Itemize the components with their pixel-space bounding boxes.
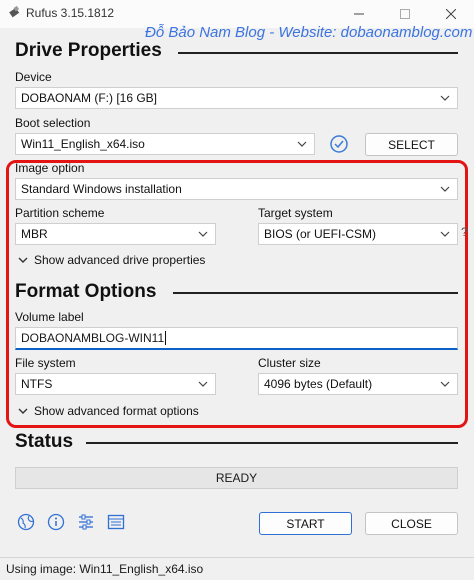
image-option-dropdown[interactable]: Standard Windows installation bbox=[15, 178, 458, 200]
image-option-value: Standard Windows installation bbox=[21, 182, 182, 196]
chevron-down-icon bbox=[440, 231, 450, 237]
volume-label-label: Volume label bbox=[15, 310, 84, 324]
section-divider bbox=[173, 292, 458, 294]
cluster-size-label: Cluster size bbox=[258, 356, 321, 370]
format-options-heading: Format Options bbox=[15, 281, 157, 302]
chevron-down-icon bbox=[297, 141, 307, 147]
window-title: Rufus 3.15.1812 bbox=[26, 6, 115, 20]
progress-bar: READY bbox=[15, 467, 458, 489]
globe-icon[interactable] bbox=[17, 513, 35, 531]
target-system-label: Target system bbox=[258, 206, 333, 220]
status-bar: Using image: Win11_English_x64.iso bbox=[0, 557, 474, 580]
chevron-down-icon bbox=[440, 95, 450, 101]
target-system-dropdown[interactable]: BIOS (or UEFI-CSM) bbox=[258, 223, 458, 245]
device-dropdown[interactable]: DOBAONAM (F:) [16 GB] bbox=[15, 87, 458, 109]
log-icon[interactable] bbox=[107, 513, 125, 531]
target-system-value: BIOS (or UEFI-CSM) bbox=[264, 227, 377, 241]
advanced-drive-toggle[interactable]: Show advanced drive properties bbox=[18, 253, 205, 267]
file-system-label: File system bbox=[15, 356, 76, 370]
partition-scheme-label: Partition scheme bbox=[15, 206, 105, 220]
close-icon bbox=[446, 9, 456, 19]
section-divider bbox=[178, 52, 458, 54]
select-button[interactable]: SELECT bbox=[365, 133, 458, 156]
file-system-value: NTFS bbox=[21, 377, 53, 391]
close-button[interactable]: CLOSE bbox=[365, 512, 458, 535]
chevron-down-icon bbox=[18, 408, 28, 414]
start-button[interactable]: START bbox=[259, 512, 352, 535]
check-circle-icon[interactable] bbox=[329, 134, 349, 154]
info-icon[interactable] bbox=[47, 513, 65, 531]
drive-properties-heading: Drive Properties bbox=[15, 40, 162, 61]
status-heading: Status bbox=[15, 431, 74, 452]
boot-selection-value: Win11_English_x64.iso bbox=[21, 137, 145, 151]
section-divider bbox=[86, 442, 458, 444]
device-value: DOBAONAM (F:) [16 GB] bbox=[21, 91, 158, 105]
status-bar-text: Using image: Win11_English_x64.iso bbox=[6, 562, 204, 576]
advanced-drive-label: Show advanced drive properties bbox=[34, 253, 206, 267]
file-system-dropdown[interactable]: NTFS bbox=[15, 373, 216, 395]
advanced-format-toggle[interactable]: Show advanced format options bbox=[18, 404, 199, 418]
volume-label-input[interactable]: DOBAONAMBLOG-WIN11 bbox=[15, 327, 458, 350]
partition-scheme-dropdown[interactable]: MBR bbox=[15, 223, 216, 245]
volume-label-value: DOBAONAMBLOG-WIN11 bbox=[21, 331, 165, 345]
cluster-size-dropdown[interactable]: 4096 bytes (Default) bbox=[258, 373, 458, 395]
cluster-size-value: 4096 bytes (Default) bbox=[264, 377, 373, 391]
watermark-text: Đỗ Bảo Nam Blog - Website: dobaonamblog.… bbox=[145, 24, 473, 41]
boot-selection-dropdown[interactable]: Win11_English_x64.iso bbox=[15, 133, 315, 155]
usb-drive-icon bbox=[9, 5, 20, 18]
chevron-down-icon bbox=[440, 381, 450, 387]
boot-selection-label: Boot selection bbox=[15, 116, 91, 130]
image-option-label: Image option bbox=[15, 161, 85, 175]
target-system-help[interactable]: ? bbox=[461, 225, 468, 239]
advanced-format-label: Show advanced format options bbox=[34, 404, 199, 418]
chevron-down-icon bbox=[18, 257, 28, 263]
chevron-down-icon bbox=[440, 186, 450, 192]
device-label: Device bbox=[15, 70, 52, 84]
minimize-icon bbox=[354, 13, 364, 15]
progress-text: READY bbox=[215, 471, 258, 485]
chevron-down-icon bbox=[198, 231, 208, 237]
maximize-icon bbox=[400, 9, 410, 19]
settings-icon[interactable] bbox=[77, 513, 95, 531]
text-cursor bbox=[165, 331, 167, 345]
partition-scheme-value: MBR bbox=[21, 227, 48, 241]
chevron-down-icon bbox=[198, 381, 208, 387]
